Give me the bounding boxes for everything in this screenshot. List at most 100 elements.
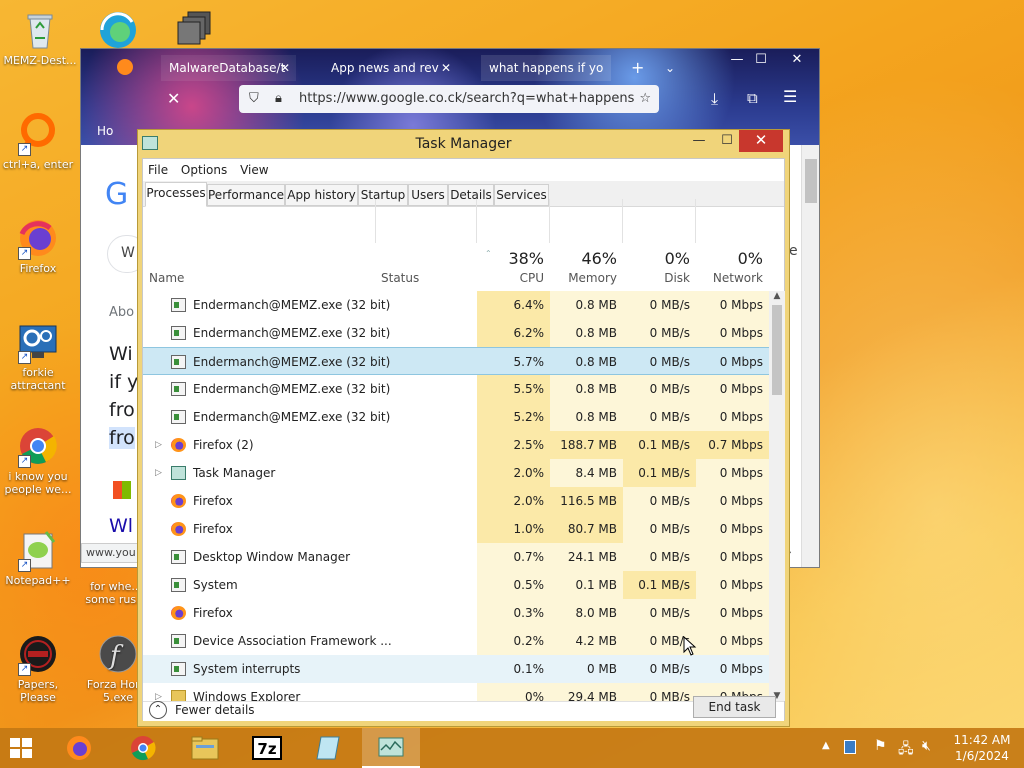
browser-tab-3[interactable]: what happens if yo — [481, 55, 611, 81]
start-button[interactable] — [0, 728, 48, 768]
table-row[interactable]: Device Association Framework ... 0.2% 4.2 … — [143, 627, 769, 655]
process-name: Device Association Framework ... — [193, 634, 392, 648]
taskbar-firefox[interactable] — [50, 728, 108, 768]
desktop-icon-notepadpp[interactable]: ↗ Notepad++ — [0, 528, 76, 587]
table-row[interactable]: Endermanch@MEMZ.exe (32 bit) 5.2% 0.8 MB 0 … — [143, 403, 769, 431]
browser-maximize-button[interactable]: ☐ — [741, 49, 781, 71]
process-list-scrollbar[interactable]: ▲ ▼ — [769, 291, 785, 701]
table-row[interactable]: Firefox 0.3% 8.0 MB 0 MB/s 0 Mbps — [143, 599, 769, 627]
application-icon — [171, 662, 186, 676]
tab-app-history[interactable]: App history — [285, 184, 358, 206]
column-status[interactable]: Status — [381, 271, 419, 285]
table-row[interactable]: Endermanch@MEMZ.exe (32 bit) 5.7% 0.8 MB 0 … — [143, 347, 769, 375]
taskbar-task-manager[interactable] — [362, 728, 420, 768]
application-icon — [171, 634, 186, 648]
table-row[interactable]: Endermanch@MEMZ.exe (32 bit) 6.4% 0.8 MB 0 … — [143, 291, 769, 319]
shortcut-arrow-icon: ↗ — [18, 351, 31, 364]
expand-arrow-icon[interactable]: ▷ — [155, 459, 162, 487]
extensions-icon[interactable]: ⧉ — [747, 89, 758, 107]
browser-scroll-thumb[interactable] — [805, 159, 817, 203]
new-tab-button[interactable]: + — [623, 55, 647, 81]
network-total: 0% — [737, 249, 763, 268]
table-row[interactable]: Endermanch@MEMZ.exe (32 bit) 6.2% 0.8 MB 0 … — [143, 319, 769, 347]
taskbar-notepad[interactable] — [300, 728, 358, 768]
bookmark-home[interactable]: Ho — [97, 124, 113, 138]
table-row[interactable]: Desktop Window Manager 0.7% 24.1 MB 0 MB/s 0… — [143, 543, 769, 571]
papers-please-icon: ↗ — [16, 632, 60, 676]
taskbar-chrome[interactable] — [114, 728, 172, 768]
back-arrow-icon[interactable]: ✕ — [167, 89, 180, 108]
browser-tab-1[interactable]: MalwareDatabase/t ✕ — [161, 55, 296, 81]
desktop-icon-chrome[interactable]: ↗ i know you people we... — [0, 424, 76, 496]
column-name[interactable]: Name — [149, 271, 184, 285]
desktop-icon-ctrl-a[interactable]: ↗ ctrl+a, enter — [0, 112, 76, 171]
firefox-icon: ↗ — [16, 216, 60, 260]
tab-list-chevron-icon[interactable]: ⌄ — [657, 55, 679, 81]
tab-details[interactable]: Details — [448, 184, 494, 206]
browser-close-button[interactable]: ✕ — [777, 49, 817, 71]
column-memory[interactable]: Memory — [550, 271, 617, 285]
tray-device-icon[interactable] — [844, 740, 856, 768]
table-row[interactable]: Endermanch@MEMZ.exe (32 bit) 5.5% 0.8 MB 0 … — [143, 375, 769, 403]
menu-view[interactable]: View — [236, 159, 272, 181]
browser-scrollbar[interactable] — [801, 145, 819, 567]
scroll-up-arrow-icon[interactable]: ▲ — [769, 291, 785, 301]
menu-options[interactable]: Options — [177, 159, 231, 181]
close-button[interactable]: ✕ — [739, 130, 783, 152]
network-value: 0 Mbps — [696, 319, 769, 347]
end-task-button[interactable]: End task — [693, 696, 776, 718]
table-row[interactable]: Firefox 2.0% 116.5 MB 0 MB/s 0 Mbps — [143, 487, 769, 515]
taskbar-file-explorer[interactable] — [176, 728, 234, 768]
desktop-icon-firefox[interactable]: ↗ Firefox — [0, 216, 76, 275]
table-row[interactable]: System interrupts 0.1% 0 MB 0 MB/s 0 Mbps — [143, 655, 769, 683]
tab-services[interactable]: Services — [494, 184, 549, 206]
column-disk[interactable]: Disk — [623, 271, 690, 285]
memory-value: 0 MB — [586, 662, 617, 676]
expand-arrow-icon[interactable]: ▷ — [155, 431, 162, 459]
fewer-details-button[interactable]: ⌃ Fewer details — [149, 694, 255, 726]
tray-overflow-chevron-icon[interactable]: ▲ — [822, 740, 830, 768]
scroll-thumb[interactable] — [772, 305, 782, 395]
result-link-fragment[interactable]: Wl — [109, 515, 133, 537]
recycle-bin-icon — [18, 8, 62, 52]
footer-bar: ⌃ Fewer details End task — [143, 696, 784, 721]
maximize-button[interactable]: ☐ — [713, 130, 741, 152]
close-tab-icon[interactable]: ✕ — [280, 55, 290, 81]
tab-processes[interactable]: Processes — [145, 182, 207, 207]
firefox-icon — [171, 494, 186, 508]
disk-value: 0 MB/s — [623, 291, 696, 319]
application-icon — [171, 355, 186, 369]
desktop-icon-forkie[interactable]: ↗ forkie attractant — [0, 320, 76, 392]
table-row[interactable]: ▷ Firefox (2) 2.5% 188.7 MB 0.1 MB/s 0.7 Mbps — [143, 431, 769, 459]
bookmark-star-icon[interactable]: ☆ — [635, 85, 651, 113]
minimize-button[interactable]: — — [685, 130, 713, 152]
tab-performance[interactable]: Performance — [207, 184, 285, 206]
table-row[interactable]: ▷ Task Manager 2.0% 8.4 MB 0.1 MB/s 0 Mbps — [143, 459, 769, 487]
shortcut-arrow-icon: ↗ — [18, 559, 31, 572]
volume-muted-icon[interactable]: 🔇︎ — [922, 738, 931, 768]
desktop-icon-recycle-bin[interactable]: MEMZ-Dest... — [2, 8, 78, 67]
download-icon[interactable]: ⤓ — [711, 89, 718, 109]
column-network[interactable]: Network — [696, 271, 763, 285]
url-bar[interactable]: ⛉ 🔒︎ https://www.google.co.ck/search?q=w… — [239, 85, 659, 113]
menu-icon[interactable]: ☰ — [783, 87, 797, 106]
table-row[interactable]: Firefox 1.0% 80.7 MB 0 MB/s 0 Mbps — [143, 515, 769, 543]
tab-users[interactable]: Users — [408, 184, 448, 206]
table-row[interactable]: System 0.5% 0.1 MB 0.1 MB/s 0 Mbps — [143, 571, 769, 599]
close-tab-icon[interactable]: ✕ — [441, 55, 451, 81]
taskbar-7zip[interactable]: 7z — [238, 728, 296, 768]
network-value: 0.7 Mbps — [696, 431, 769, 459]
action-center-flag-icon[interactable]: ⚑ — [874, 738, 887, 768]
disk-value: 0.1 MB/s — [623, 431, 696, 459]
menu-file[interactable]: File — [144, 159, 172, 181]
application-icon — [171, 382, 186, 396]
clock[interactable]: 11:42 AM 1/6/2024 — [946, 732, 1018, 764]
network-icon[interactable]: 🖧︎ — [898, 738, 914, 768]
snippet-line-2: if y — [109, 371, 139, 393]
tab-startup[interactable]: Startup — [358, 184, 408, 206]
monitor-gear-icon: ↗ — [16, 320, 60, 364]
browser-tab-2[interactable]: App news and rev ✕ — [307, 55, 457, 81]
network-value: 0 Mbps — [696, 291, 769, 319]
desktop-icon-papers-please[interactable]: ↗ Papers, Please — [0, 632, 76, 704]
column-cpu[interactable]: CPU — [477, 271, 544, 285]
